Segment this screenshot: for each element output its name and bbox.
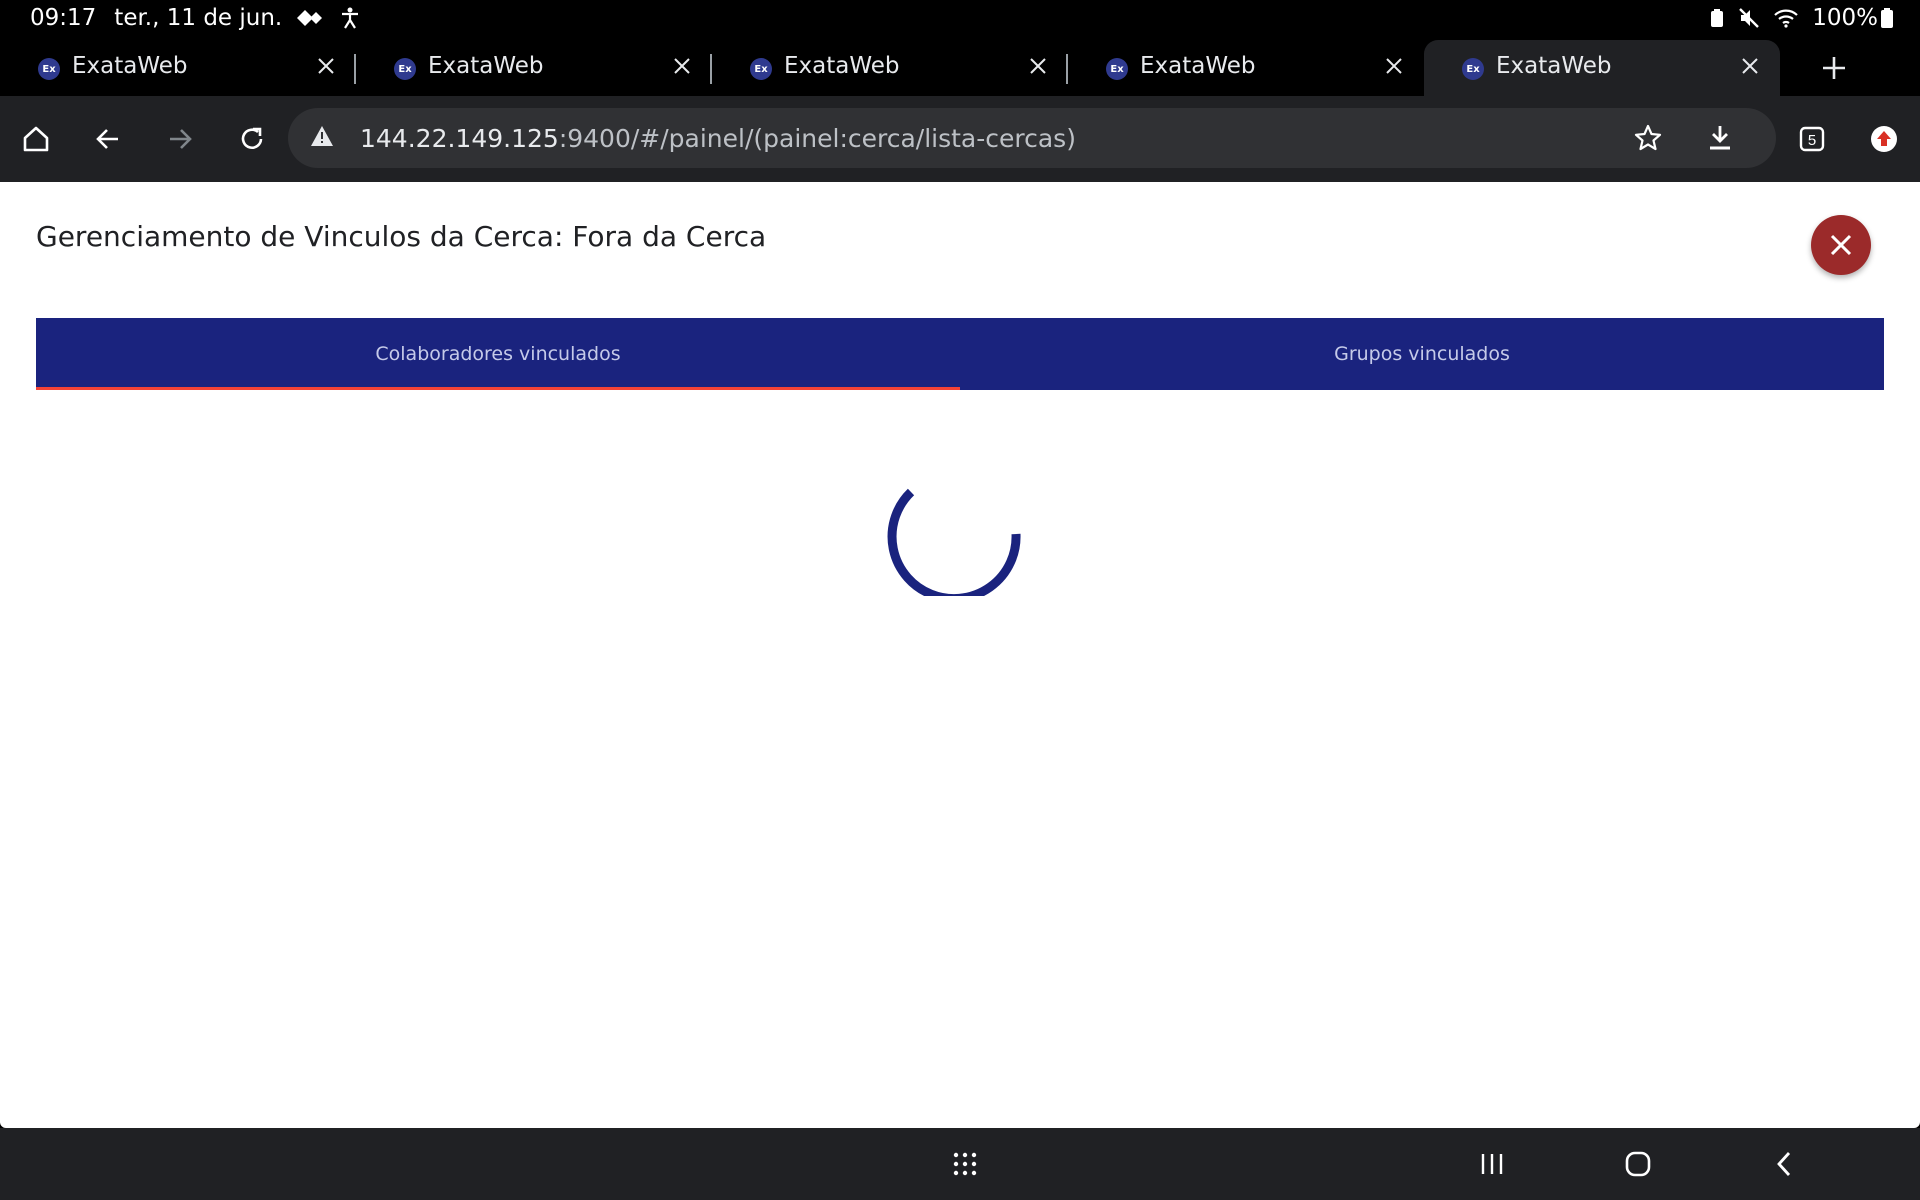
battery-saver-icon [1710,8,1724,28]
tab-title: ExataWeb [72,53,188,79]
url-path: :9400/#/painel/(painel:cerca/lista-cerca… [558,123,1076,153]
tab-count: 5 [1808,132,1816,149]
plus-icon [1823,57,1845,79]
address-bar[interactable]: 144.22.149.125:9400/#/painel/(painel:cer… [288,108,1776,168]
tab-title: ExataWeb [1140,53,1256,79]
home-nav-button[interactable] [1610,1136,1666,1192]
close-tab-icon[interactable] [1380,52,1408,80]
back-arrow-icon [96,129,118,149]
wifi-icon [1774,8,1798,28]
new-tab-button[interactable] [1804,40,1864,96]
tab-count-icon: 5 [1799,126,1825,152]
modal-tab-bar: Colaboradores vinculados Grupos vinculad… [36,318,1884,390]
download-button[interactable] [1684,110,1756,166]
tab-colaboradores-vinculados[interactable]: Colaboradores vinculados [36,318,960,390]
browser-tab-3[interactable]: Ex ExataWeb [712,40,1068,96]
mute-icon [1738,7,1760,29]
back-chevron-icon [1777,1152,1791,1176]
apps-grid-icon [953,1152,977,1176]
url-text[interactable]: 144.22.149.125:9400/#/painel/(painel:cer… [360,124,1612,153]
browser-tab-5-active[interactable]: Ex ExataWeb [1424,40,1780,96]
reload-icon [241,127,263,149]
recents-icon [1481,1154,1503,1174]
modal-title: Gerenciamento de Vinculos da Cerca: Fora… [36,220,767,253]
exataweb-favicon-icon: Ex [1462,58,1484,80]
close-tab-icon[interactable] [1024,52,1052,80]
browser-tab-strip: Ex ExataWeb Ex ExataWeb Ex ExataWeb Ex E… [0,36,1920,96]
battery-icon [1880,7,1894,29]
close-tab-icon[interactable] [668,52,696,80]
close-icon [1830,234,1852,256]
reload-button[interactable] [216,103,288,175]
home-button[interactable] [0,103,72,175]
tab-grupos-vinculados[interactable]: Grupos vinculados [960,318,1884,390]
star-icon [1634,124,1662,151]
back-button[interactable] [72,103,144,175]
browser-tab-4[interactable]: Ex ExataWeb [1068,40,1424,96]
date: ter., 11 de jun. [114,5,283,31]
browser-toolbar: 144.22.149.125:9400/#/painel/(painel:cer… [0,96,1920,182]
browser-tab-1[interactable]: Ex ExataWeb [0,40,356,96]
close-modal-button[interactable] [1811,215,1871,275]
accessibility-icon [340,7,360,29]
update-menu-button[interactable] [1848,103,1920,175]
url-host: 144.22.149.125 [360,123,559,153]
download-icon [1710,126,1730,150]
bookmark-star-button[interactable] [1612,110,1684,166]
apps-grid-button[interactable] [937,1136,993,1192]
battery-level: 100% [1812,5,1878,31]
exataweb-favicon-icon: Ex [750,58,772,80]
tab-switcher-button[interactable]: 5 [1776,103,1848,175]
diamond-icon [296,8,326,28]
close-tab-icon[interactable] [1736,52,1764,80]
loading-spinner [887,488,1021,596]
system-status-bar: 09:17 ter., 11 de jun. 100% [0,0,1920,36]
clock: 09:17 [30,5,97,31]
home-circle-icon [1625,1151,1651,1177]
exataweb-favicon-icon: Ex [394,58,416,80]
forward-button[interactable] [144,103,216,175]
close-tab-icon[interactable] [312,52,340,80]
exataweb-favicon-icon: Ex [1106,58,1128,80]
update-available-icon [1871,126,1897,152]
recents-button[interactable] [1464,1136,1520,1192]
back-nav-button[interactable] [1756,1136,1812,1192]
exataweb-favicon-icon: Ex [38,58,60,80]
tab-title: ExataWeb [428,53,544,79]
web-page: Gerenciamento de Vinculos da Cerca: Fora… [0,182,1920,1128]
system-navigation-bar [0,1128,1920,1200]
home-icon [23,126,49,152]
tab-title: ExataWeb [1496,53,1612,79]
not-secure-warning-icon[interactable] [310,125,334,151]
tab-title: ExataWeb [784,53,900,79]
browser-tab-2[interactable]: Ex ExataWeb [356,40,712,96]
forward-arrow-icon [170,129,192,149]
